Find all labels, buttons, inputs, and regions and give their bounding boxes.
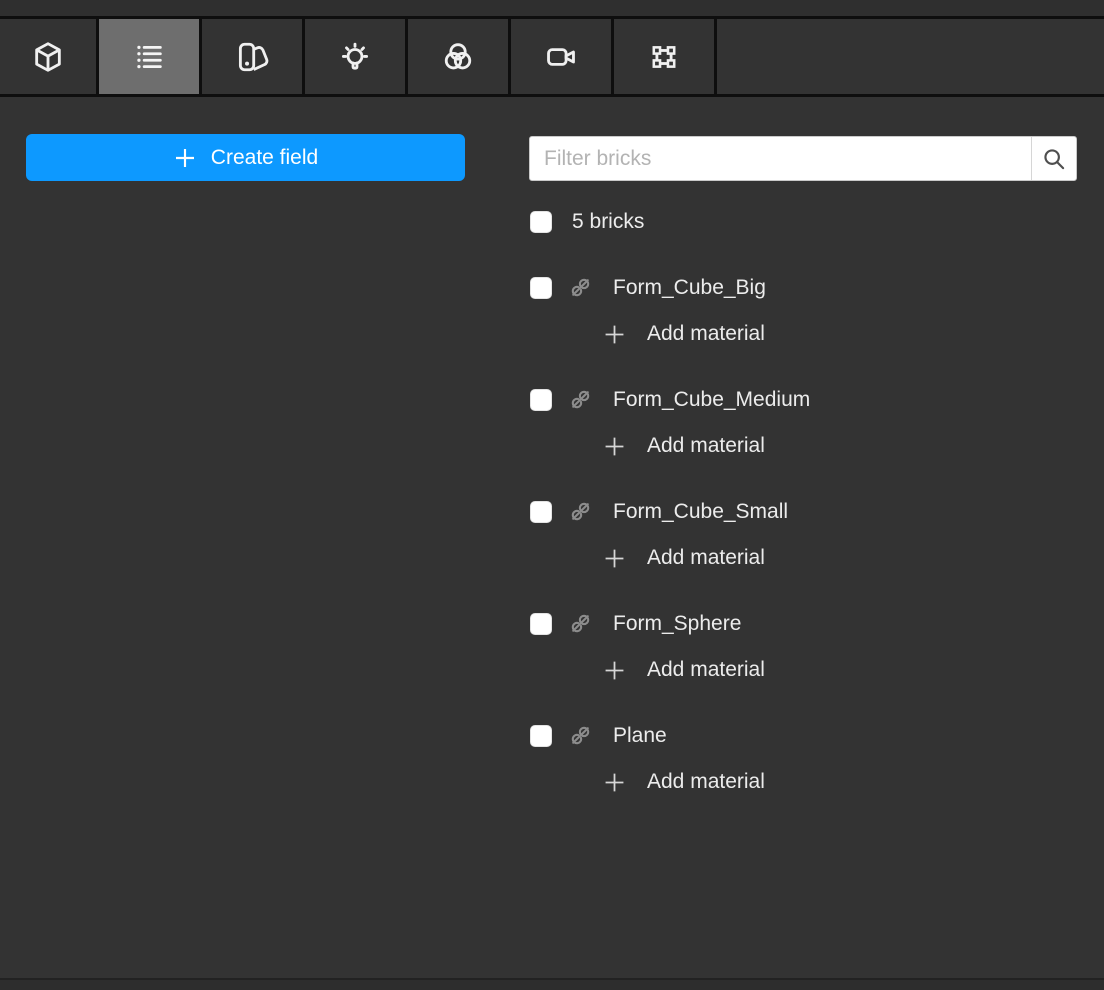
list-icon — [132, 40, 166, 74]
brick-block: Plane Add material — [530, 724, 810, 794]
tab-bricks-list[interactable] — [99, 19, 202, 94]
brick-name: Form_Cube_Small — [613, 499, 789, 523]
brick-block: Form_Cube_Big Add material — [530, 276, 810, 346]
lightbulb-icon — [338, 40, 372, 74]
overlap-circles-icon — [441, 40, 475, 74]
brick-block: Form_Sphere Add material — [530, 612, 810, 682]
unlink-icon — [568, 275, 593, 300]
plus-icon — [604, 548, 625, 569]
swatches-icon — [235, 40, 269, 74]
plus-icon — [604, 324, 625, 345]
brick-block: Form_Cube_Small Add material — [530, 500, 810, 570]
brick-name-row: Plane — [530, 724, 810, 747]
brick-block: Form_Cube_Medium Add material — [530, 388, 810, 458]
main-content: Create field 5 bricks — [0, 103, 1104, 978]
add-material-button[interactable]: Add material — [604, 770, 765, 794]
brick-name-row: Form_Cube_Small — [530, 500, 810, 523]
filter-bricks-input[interactable] — [530, 137, 1031, 180]
toolbar — [0, 19, 1104, 97]
tab-3d-view[interactable] — [0, 19, 99, 94]
brick-checkbox[interactable] — [530, 724, 552, 747]
add-material-button[interactable]: Add material — [604, 658, 765, 682]
brick-name-row: Form_Sphere — [530, 612, 810, 635]
unlink-icon — [568, 723, 593, 748]
unlink-icon — [568, 611, 593, 636]
plus-icon — [604, 772, 625, 793]
brick-checkbox[interactable] — [530, 276, 552, 299]
brick-name: Plane — [613, 723, 667, 747]
brick-checkbox[interactable] — [530, 612, 552, 635]
window-top-strip — [0, 0, 1104, 19]
plus-icon — [173, 146, 197, 170]
add-material-label: Add material — [647, 434, 765, 457]
add-material-label: Add material — [647, 770, 765, 793]
brick-name: Form_Cube_Medium — [613, 387, 811, 411]
search-button[interactable] — [1031, 137, 1076, 180]
brick-checkbox[interactable] — [530, 388, 552, 411]
plus-icon — [604, 660, 625, 681]
window-bottom-strip — [0, 978, 1104, 990]
add-material-label: Add material — [647, 546, 765, 569]
cube-3d-icon — [31, 40, 65, 74]
plus-icon — [604, 436, 625, 457]
tab-blend[interactable] — [408, 19, 511, 94]
create-field-label: Create field — [210, 145, 319, 169]
bricks-summary-row: 5 bricks — [530, 210, 810, 233]
select-all-checkbox[interactable] — [530, 210, 552, 233]
bricks-count-label: 5 bricks — [572, 209, 645, 233]
tab-camera[interactable] — [511, 19, 614, 94]
add-material-label: Add material — [647, 658, 765, 681]
video-camera-icon — [544, 40, 578, 74]
bricks-list: Form_Cube_Big Add material Form_Cube_Med… — [530, 276, 810, 794]
add-material-button[interactable]: Add material — [604, 546, 765, 570]
selection-frame-icon — [647, 40, 681, 74]
add-material-button[interactable]: Add material — [604, 322, 765, 346]
tab-materials[interactable] — [202, 19, 305, 94]
brick-checkbox[interactable] — [530, 500, 552, 523]
create-field-button[interactable]: Create field — [26, 134, 465, 181]
brick-name: Form_Cube_Big — [613, 275, 766, 299]
bricks-panel: 5 bricks Form_Cube_Big Add material Form… — [530, 210, 810, 836]
unlink-icon — [568, 499, 593, 524]
magnifier-icon — [1041, 146, 1067, 172]
tab-lighting[interactable] — [305, 19, 408, 94]
brick-name: Form_Sphere — [613, 611, 742, 635]
unlink-icon — [568, 387, 593, 412]
filter-box — [529, 136, 1077, 181]
add-material-button[interactable]: Add material — [604, 434, 765, 458]
tab-frame[interactable] — [614, 19, 717, 94]
add-material-label: Add material — [647, 322, 765, 345]
brick-name-row: Form_Cube_Big — [530, 276, 810, 299]
brick-name-row: Form_Cube_Medium — [530, 388, 810, 411]
